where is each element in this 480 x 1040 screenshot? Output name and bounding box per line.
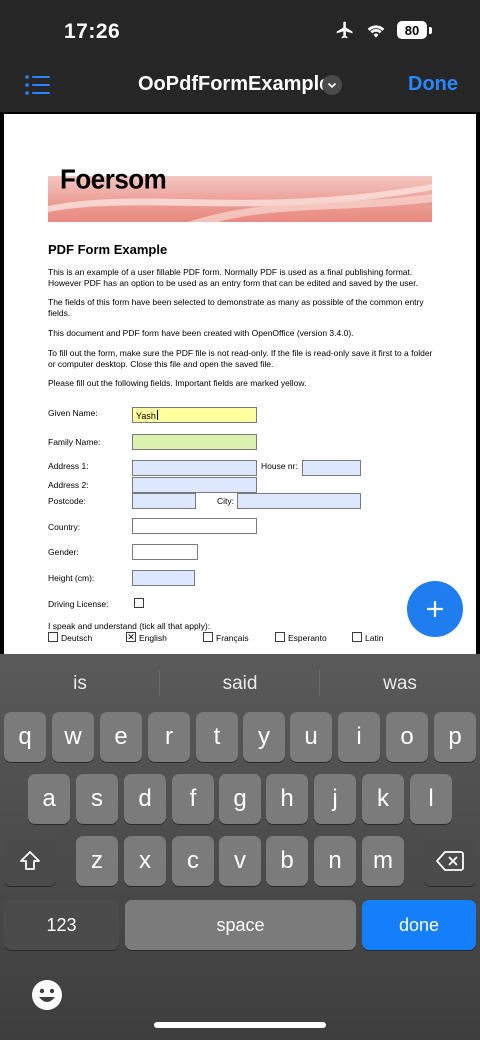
shift-key[interactable]	[4, 836, 56, 886]
key-w[interactable]: w	[52, 712, 94, 762]
key-o[interactable]: o	[386, 712, 428, 762]
city-label: City:	[217, 496, 234, 506]
driving-license-checkbox[interactable]	[134, 598, 144, 608]
key-r[interactable]: r	[148, 712, 190, 762]
battery-indicator: 80	[397, 21, 427, 39]
intro-paragraph-1: This is an example of a user fillable PD…	[48, 267, 418, 288]
key-e[interactable]: e	[100, 712, 142, 762]
languages-prompt: I speak and understand (tick all that ap…	[48, 621, 211, 631]
esperanto-checkbox[interactable]	[275, 632, 285, 642]
house-nr-label: House nr:	[261, 461, 298, 471]
navigation-bar: OoPdfFormExample Done	[0, 60, 480, 112]
country-label: Country:	[48, 522, 81, 532]
postcode-label: Postcode:	[48, 496, 86, 506]
intro-paragraph-2: The fields of this form have been select…	[48, 297, 424, 318]
suggestion-2[interactable]: said	[160, 662, 320, 706]
latin-label: Latin	[365, 633, 384, 643]
key-d[interactable]: d	[124, 774, 166, 824]
key-n[interactable]: n	[314, 836, 356, 886]
country-dropdown[interactable]	[132, 518, 257, 534]
backspace-icon	[436, 851, 464, 871]
text-caret	[156, 410, 158, 420]
key-q[interactable]: q	[4, 712, 46, 762]
francais-checkbox[interactable]	[203, 632, 213, 642]
key-h[interactable]: h	[266, 774, 308, 824]
house-nr-field[interactable]	[302, 460, 361, 476]
key-c[interactable]: c	[172, 836, 214, 886]
intro-paragraph-4: To fill out the form, make sure the PDF …	[48, 348, 433, 369]
done-button[interactable]: Done	[408, 73, 458, 96]
numbers-key[interactable]: 123	[4, 900, 119, 950]
key-t[interactable]: t	[196, 712, 238, 762]
plus-icon	[427, 601, 443, 617]
english-label: English	[139, 633, 167, 643]
key-p[interactable]: p	[434, 712, 476, 762]
key-b[interactable]: b	[266, 836, 308, 886]
key-x[interactable]: x	[124, 836, 166, 886]
gender-dropdown[interactable]	[132, 544, 198, 560]
wifi-icon	[367, 25, 385, 38]
key-g[interactable]: g	[219, 774, 261, 824]
chevron-down-icon[interactable]	[322, 75, 342, 95]
suggestion-3[interactable]: was	[320, 662, 480, 706]
gender-label: Gender:	[48, 547, 79, 557]
key-v[interactable]: v	[219, 836, 261, 886]
key-s[interactable]: s	[76, 774, 118, 824]
status-time: 17:26	[64, 20, 121, 43]
address1-label: Address 1:	[48, 461, 89, 471]
delete-key[interactable]	[424, 836, 476, 886]
city-field[interactable]	[237, 493, 361, 509]
foersom-logo: Foersom	[60, 163, 167, 195]
intro-paragraph-5: Please fill out the following fields. Im…	[48, 378, 307, 388]
key-m[interactable]: m	[362, 836, 404, 886]
form-heading: PDF Form Example	[48, 242, 168, 257]
key-j[interactable]: j	[314, 774, 356, 824]
list-icon[interactable]	[24, 72, 52, 98]
francais-label: Français	[216, 633, 249, 643]
suggestion-1[interactable]: is	[0, 662, 160, 706]
address2-field[interactable]	[132, 477, 257, 493]
status-bar: 17:26 80	[0, 0, 480, 60]
address1-field[interactable]	[132, 460, 257, 476]
family-name-field[interactable]	[132, 434, 257, 450]
driving-license-label: Driving License:	[48, 599, 109, 609]
status-icons: 80	[335, 20, 432, 40]
deutsch-label: Deutsch	[61, 633, 93, 643]
key-u[interactable]: u	[290, 712, 332, 762]
family-name-label: Family Name:	[48, 437, 101, 447]
given-name-field[interactable]: Yash	[132, 407, 257, 423]
add-button[interactable]	[407, 581, 463, 637]
keyboard: is said was q w e r t y u i o p a s d f …	[0, 654, 480, 1040]
battery-tip	[429, 26, 432, 34]
postcode-field[interactable]	[132, 493, 196, 509]
height-label: Height (cm):	[48, 573, 95, 583]
esperanto-label: Esperanto	[288, 633, 327, 643]
pdf-page: Foersom PDF Form Example This is an exam…	[4, 114, 476, 654]
given-name-label: Given Name:	[48, 408, 98, 418]
deutsch-checkbox[interactable]	[48, 632, 58, 642]
latin-checkbox[interactable]	[352, 632, 362, 642]
key-a[interactable]: a	[28, 774, 70, 824]
key-k[interactable]: k	[362, 774, 404, 824]
intro-paragraph-3: This document and PDF form have been cre…	[48, 328, 354, 338]
key-z[interactable]: z	[76, 836, 118, 886]
address2-label: Address 2:	[48, 480, 89, 490]
shift-icon	[20, 851, 40, 870]
key-y[interactable]: y	[243, 712, 285, 762]
given-name-value: Yash	[136, 410, 158, 421]
home-indicator[interactable]	[154, 1022, 326, 1028]
emoji-icon[interactable]	[31, 979, 63, 1011]
key-i[interactable]: i	[338, 712, 380, 762]
height-field[interactable]	[132, 570, 195, 586]
document-title[interactable]: OoPdfFormExample	[138, 73, 330, 96]
key-l[interactable]: l	[410, 774, 452, 824]
english-checkbox[interactable]: ✕	[126, 632, 136, 642]
keyboard-done-key[interactable]: done	[362, 900, 476, 950]
airplane-icon	[336, 21, 353, 39]
key-f[interactable]: f	[172, 774, 214, 824]
space-key[interactable]: space	[125, 900, 356, 950]
